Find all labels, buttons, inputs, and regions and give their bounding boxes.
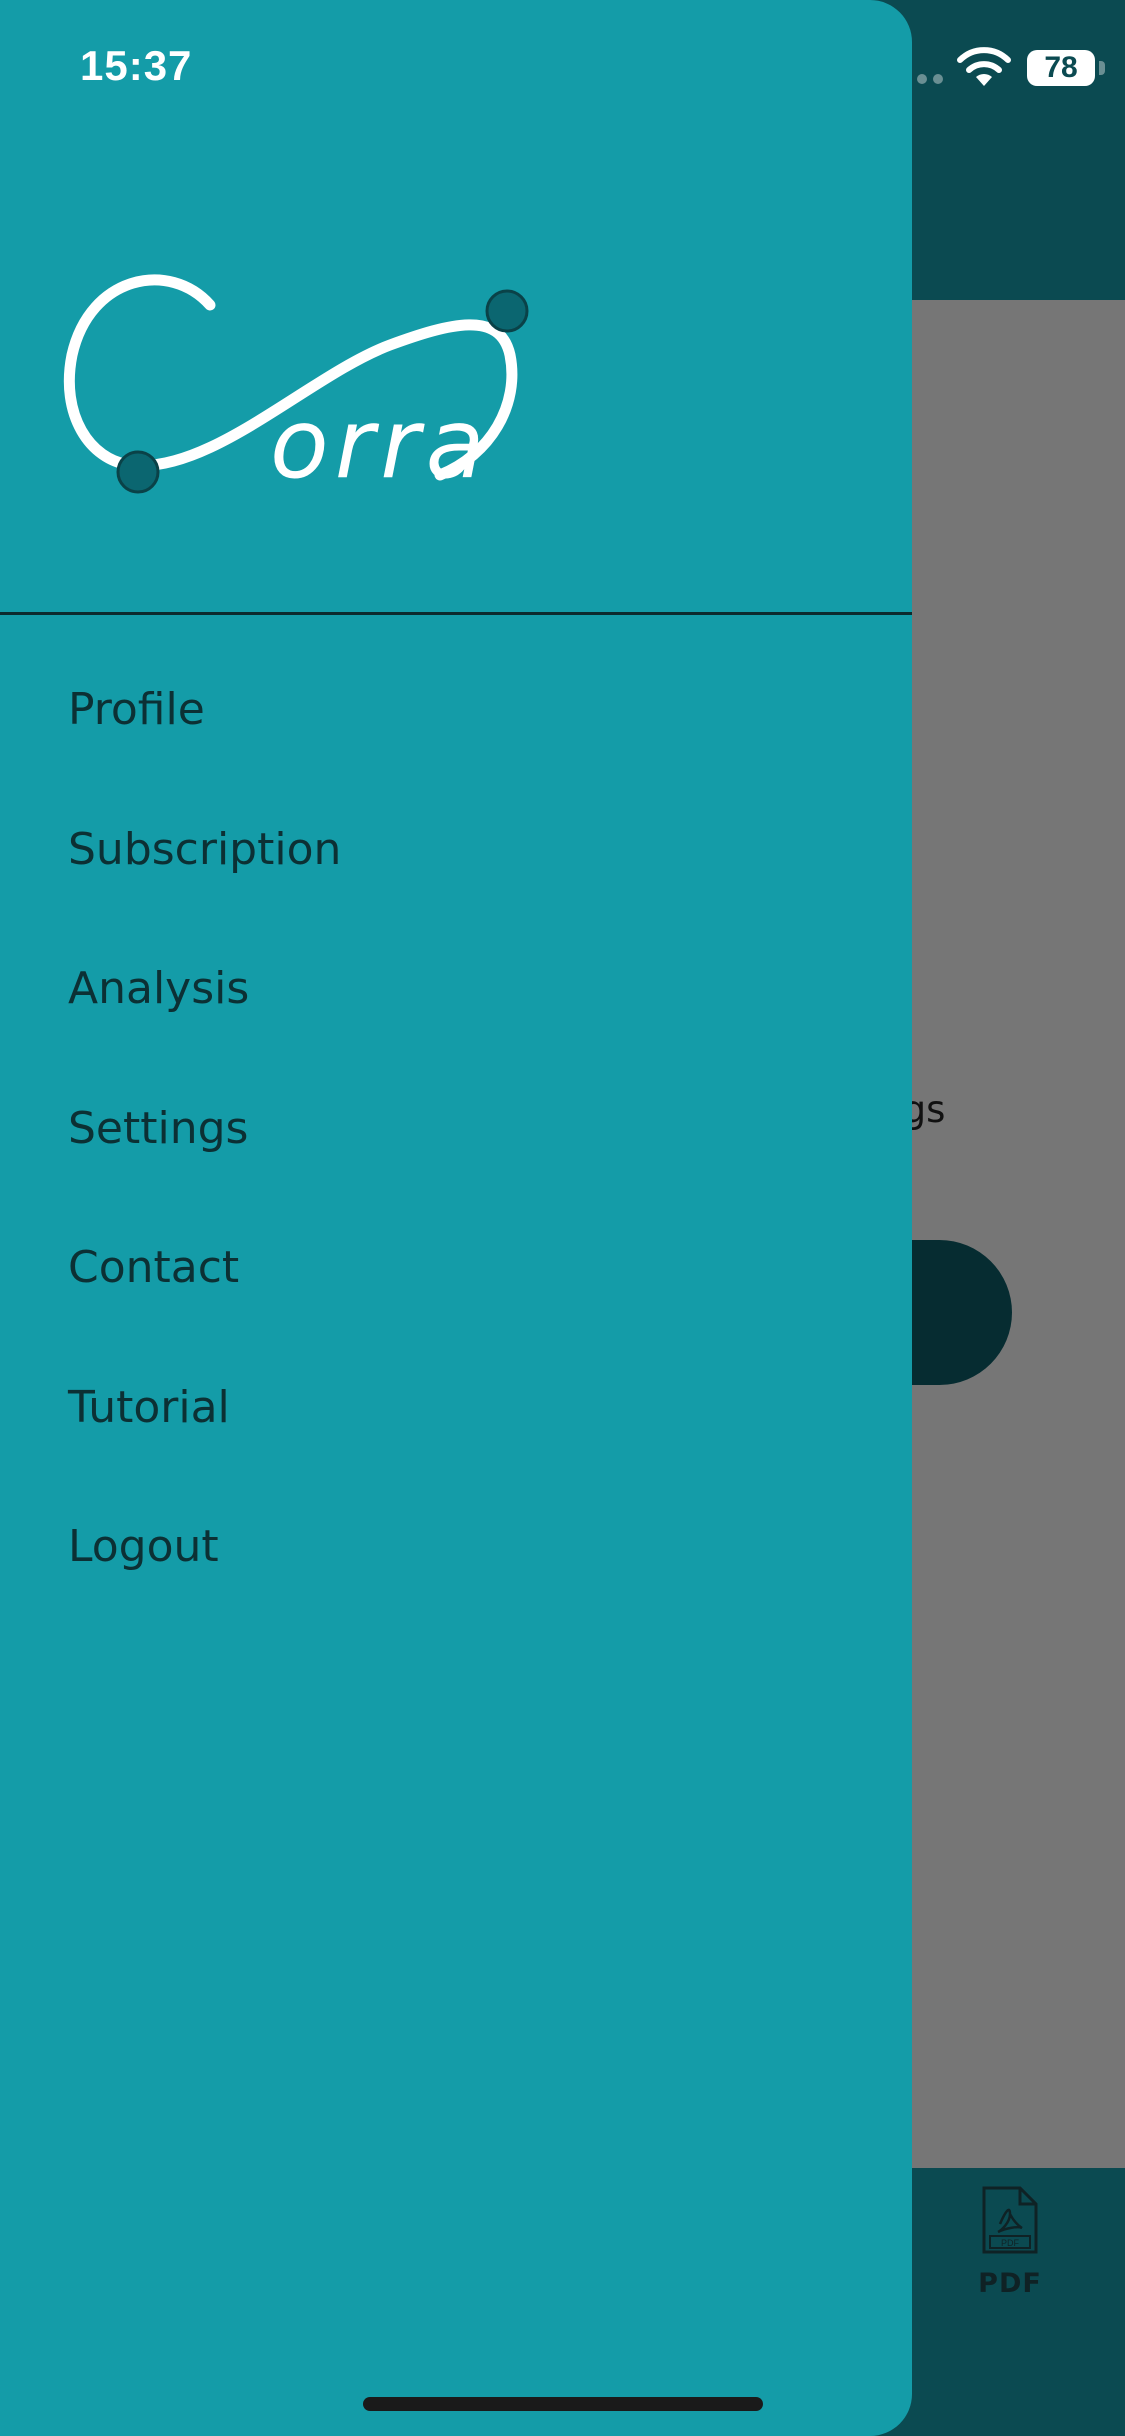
- menu-item-contact[interactable]: Contact: [0, 1198, 912, 1338]
- menu-item-label: Subscription: [68, 823, 342, 875]
- menu-item-label: Settings: [68, 1102, 249, 1154]
- menu-item-logout[interactable]: Logout: [0, 1477, 912, 1617]
- menu-item-label: Tutorial: [68, 1381, 230, 1433]
- corra-logo: orra: [63, 274, 529, 500]
- battery-cap: [1099, 61, 1105, 75]
- battery-icon: 78: [1027, 50, 1095, 86]
- menu-item-profile[interactable]: Profile: [0, 640, 912, 780]
- pdf-tab[interactable]: PDF PDF: [960, 2184, 1060, 2314]
- navigation-drawer: 15:37 orra Profile Subscription Analysis…: [0, 0, 912, 2436]
- drawer-divider: [0, 612, 912, 615]
- svg-text:PDF: PDF: [1001, 2238, 1020, 2248]
- menu-item-label: Logout: [68, 1521, 219, 1573]
- menu-item-label: Contact: [68, 1242, 240, 1294]
- svg-text:orra: orra: [270, 388, 491, 500]
- menu-item-label: Analysis: [68, 963, 250, 1015]
- drawer-menu: Profile Subscription Analysis Settings C…: [0, 640, 912, 1617]
- menu-item-tutorial[interactable]: Tutorial: [0, 1338, 912, 1478]
- wifi-icon: [957, 47, 1011, 86]
- status-time: 15:37: [80, 42, 193, 89]
- pdf-tab-label: PDF: [978, 2268, 1042, 2299]
- menu-item-analysis[interactable]: Analysis: [0, 919, 912, 1059]
- menu-item-settings[interactable]: Settings: [0, 1059, 912, 1199]
- pdf-file-icon: PDF: [982, 2186, 1038, 2254]
- menu-item-subscription[interactable]: Subscription: [0, 780, 912, 920]
- menu-item-label: Profile: [68, 684, 205, 736]
- home-indicator[interactable]: [363, 2397, 763, 2411]
- battery-level: 78: [1044, 51, 1078, 84]
